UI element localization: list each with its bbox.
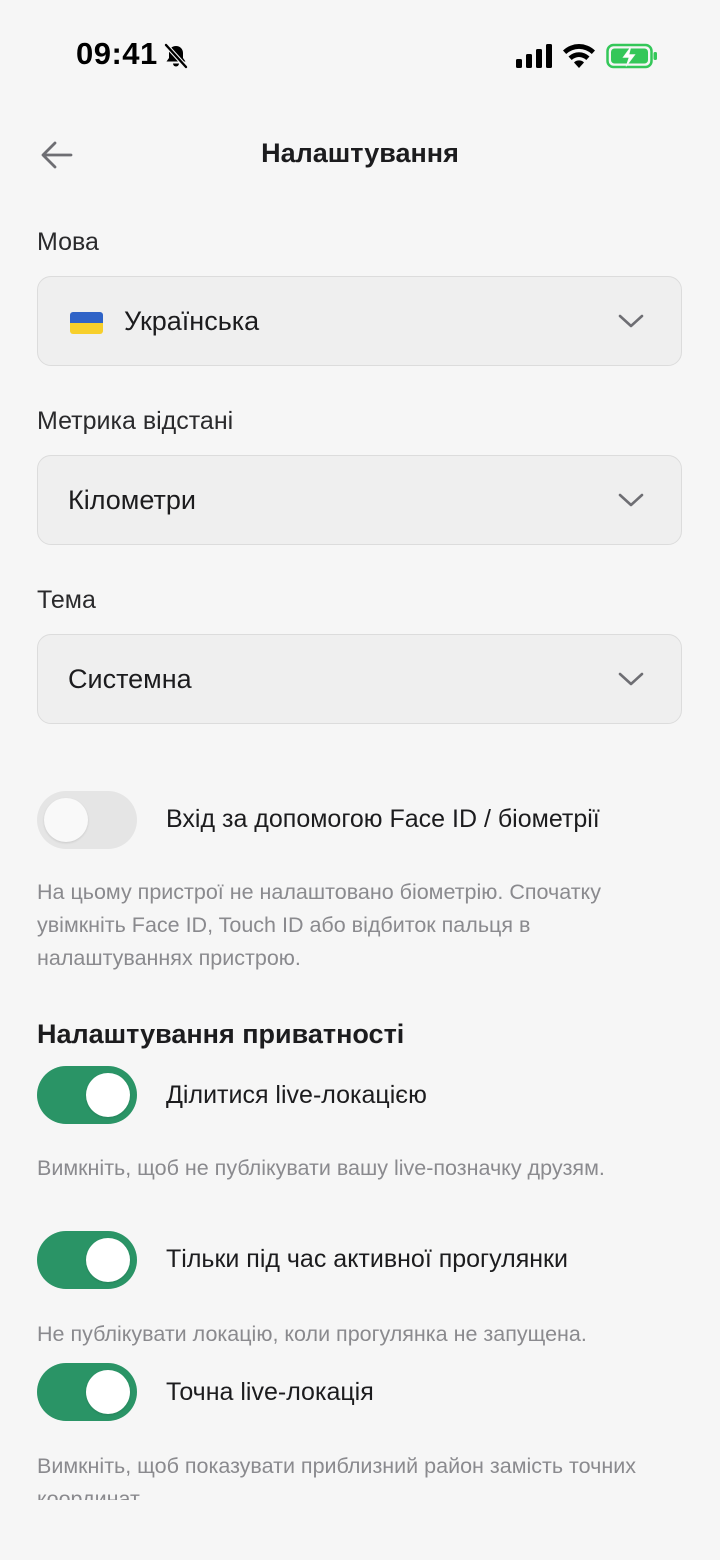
chevron-down-icon [618, 493, 644, 507]
biometrics-label: Вхід за допомогою Face ID / біометрії [166, 805, 600, 833]
active-walk-only-help: Не публікувати локацію, коли прогулянка … [37, 1322, 587, 1346]
language-value: Українська [124, 306, 260, 336]
distance-select[interactable]: Кілометри [37, 455, 682, 545]
chevron-down-icon [618, 672, 644, 686]
share-live-location-label: Ділитися live-локацією [166, 1081, 427, 1109]
chevron-down-icon [618, 314, 644, 328]
distance-label: Метрика відстані [37, 407, 234, 435]
active-walk-only-toggle[interactable] [37, 1231, 137, 1289]
active-walk-only-label: Тільки під час активної прогулянки [166, 1245, 568, 1273]
distance-value: Кілометри [68, 485, 196, 515]
toggle-knob [86, 1238, 130, 1282]
theme-select[interactable]: Системна [37, 634, 682, 724]
theme-label: Тема [37, 586, 96, 614]
language-label: Мова [37, 228, 99, 256]
precise-live-location-label: Точна live-локація [166, 1378, 374, 1406]
status-time: 09:41 [76, 36, 158, 71]
header: Налаштування [0, 120, 720, 190]
toggle-knob [86, 1073, 130, 1117]
biometrics-help: На цьому пристрої не налаштовано біометр… [37, 880, 601, 970]
share-live-location-toggle[interactable] [37, 1066, 137, 1124]
status-bar: 09:41 [0, 0, 720, 110]
theme-value: Системна [68, 664, 192, 694]
bell-slash-icon [164, 43, 188, 69]
battery-charging-icon [606, 43, 657, 69]
ukraine-flag-icon [70, 312, 103, 334]
cellular-signal-icon [516, 44, 552, 68]
toggle-knob [44, 798, 88, 842]
biometrics-toggle[interactable] [37, 791, 137, 849]
page-title: Налаштування [261, 138, 459, 168]
bottom-fade [0, 1500, 720, 1560]
share-live-location-help: Вимкніть, щоб не публікувати вашу live-п… [37, 1156, 605, 1180]
precise-live-location-toggle[interactable] [37, 1363, 137, 1421]
privacy-section-title: Налаштування приватності [37, 1019, 405, 1049]
language-select[interactable]: Українська [37, 276, 682, 366]
toggle-knob [86, 1370, 130, 1414]
wifi-icon [563, 44, 595, 68]
